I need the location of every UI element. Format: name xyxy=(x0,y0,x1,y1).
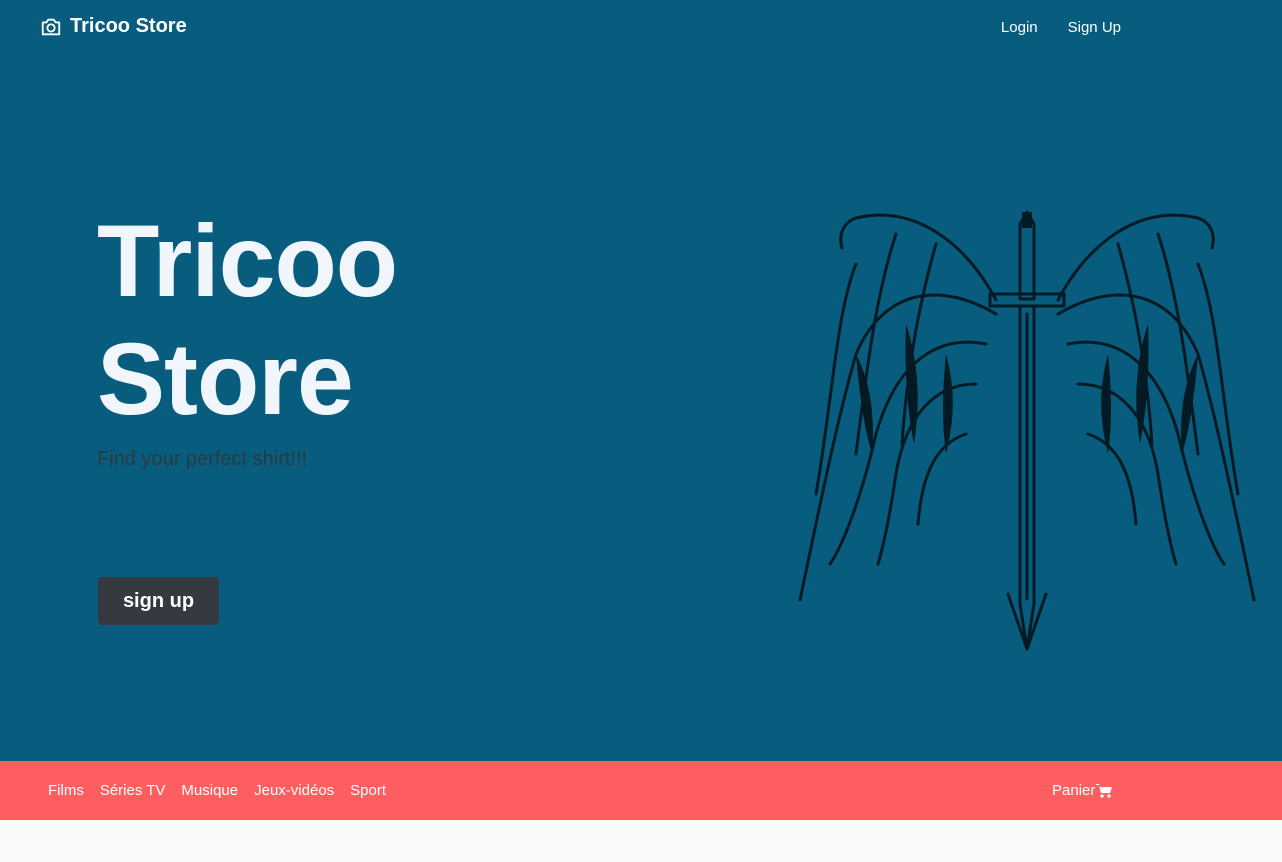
brand-link[interactable]: Tricoo Store xyxy=(40,15,187,38)
category-series-tv[interactable]: Séries TV xyxy=(100,782,166,799)
category-films[interactable]: Films xyxy=(48,782,84,799)
hero-section: Tricoo Store Find your perfect shirt!!! … xyxy=(0,58,1282,761)
category-links: Films Séries TV Musique Jeux-vidéos Spor… xyxy=(48,782,386,799)
camera-icon xyxy=(40,16,62,38)
signup-button[interactable]: sign up xyxy=(98,577,219,625)
shopping-cart-icon xyxy=(1096,783,1113,798)
login-link[interactable]: Login xyxy=(1001,19,1038,36)
cart-link[interactable]: Panier xyxy=(1052,782,1113,799)
category-jeux-videos[interactable]: Jeux-vidéos xyxy=(254,782,334,799)
brand-name: Tricoo Store xyxy=(70,15,187,37)
auth-nav: Login Sign Up xyxy=(1001,19,1121,36)
category-musique[interactable]: Musique xyxy=(181,782,238,799)
top-navbar: Tricoo Store Login Sign Up xyxy=(0,0,1282,58)
signup-link[interactable]: Sign Up xyxy=(1068,19,1121,36)
hero-subtitle: Find your perfect shirt!!! xyxy=(97,448,308,470)
cart-label: Panier xyxy=(1052,782,1096,799)
category-bar: Films Séries TV Musique Jeux-vidéos Spor… xyxy=(0,761,1282,820)
category-sport[interactable]: Sport xyxy=(350,782,386,799)
winged-sword-illustration xyxy=(798,210,1256,651)
hero-title: Tricoo Store xyxy=(97,204,398,436)
